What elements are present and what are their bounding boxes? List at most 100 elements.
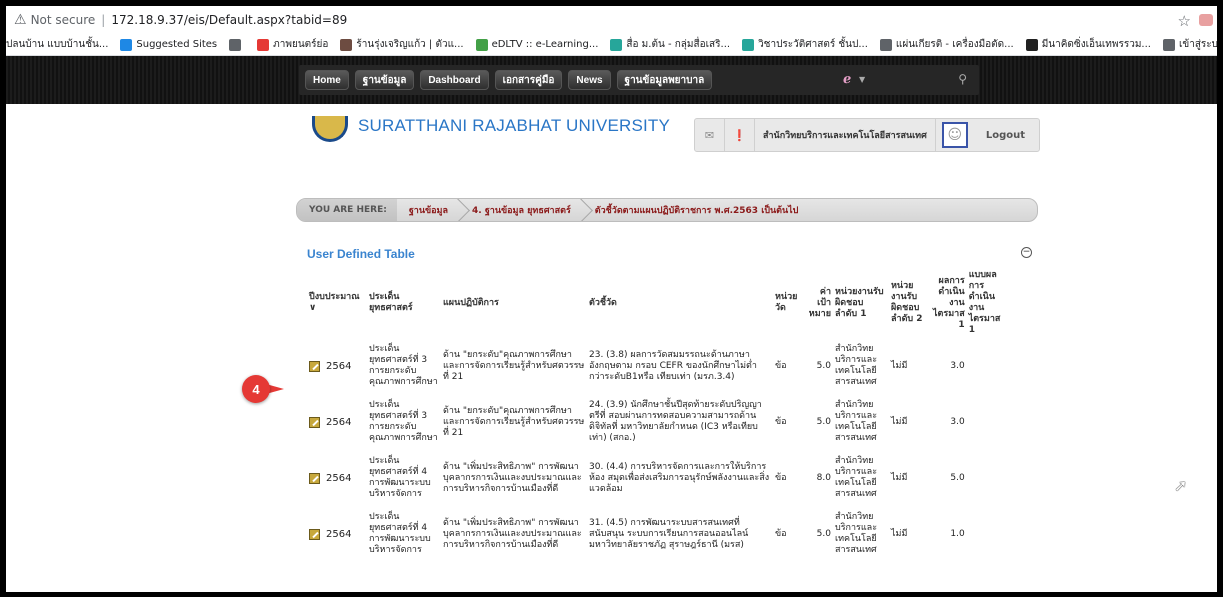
page-body: SURATTHANI RAJABHAT UNIVERSITY ✉ ❗ สำนัก… xyxy=(6,104,1217,592)
table-row: 2564 ประเด็น ยุทธศาสตร์ที่ 3 การยกระดับ ค… xyxy=(307,338,1007,394)
bookmark-item[interactable]: สื่อ ม.ต้น - กลุ่มสื่อเสริ... xyxy=(610,37,730,52)
bookmark-label: ภาพยนตร์ย่อ xyxy=(273,39,329,50)
col-indicator[interactable]: ตัวชี้วัด xyxy=(587,268,773,338)
nav-database[interactable]: ฐานข้อมูล xyxy=(354,70,415,90)
bookmark-label: เข้าสู่ระบบ xyxy=(1178,39,1217,50)
cell-indicator: 24. (3.9) นักศึกษาชั้นปีสุดท้ายระดับปริญ… xyxy=(589,400,762,443)
edit-icon[interactable] xyxy=(309,416,320,428)
cell-dept1: สำนักวิทย บริการและ เทคโนโลยี สารสนเทศ xyxy=(835,512,878,555)
cell-indicator: 23. (3.8) ผลการวัดสมมรรถนะด้านภาษาอังกฤษ… xyxy=(589,349,757,382)
bookmark-item[interactable] xyxy=(229,38,245,51)
bookmark-icon xyxy=(1162,38,1175,51)
cell-dept1: สำนักวิทย บริการและ เทคโนโลยี สารสนเทศ xyxy=(835,400,878,443)
mail-icon[interactable]: ✉ xyxy=(695,119,725,151)
avatar[interactable]: ☺ xyxy=(941,122,968,148)
cell-dept2: ไม่มี xyxy=(891,416,908,427)
nav-nursing-database[interactable]: ฐานข้อมูลพยาบาล xyxy=(616,70,713,90)
chevron-down-icon[interactable]: ▼ xyxy=(859,75,865,84)
bookmark-item[interactable]: ร้านรุ่งเจริญแก้ว | ตัวแ... xyxy=(340,37,464,52)
info-icon[interactable]: ❗ xyxy=(725,119,755,151)
cell-form xyxy=(967,450,1007,506)
bookmark-item[interactable]: Suggested Sites xyxy=(120,38,217,51)
bookmark-icon xyxy=(1025,38,1038,51)
table-body: 2564 ประเด็น ยุทธศาสตร์ที่ 3 การยกระดับ ค… xyxy=(307,338,1007,562)
table-row: 2564 ประเด็น ยุทธศาสตร์ที่ 4 การพัฒนาระบบ… xyxy=(307,506,1007,562)
cell-target: 8.0 xyxy=(816,472,831,483)
col-form[interactable]: แบบผล การ ดำเนิน งาน ไตรมาส 1 xyxy=(967,268,1007,338)
warning-icon: ⚠ xyxy=(14,12,27,28)
year-value: 2564 xyxy=(326,472,352,484)
bookmark-item[interactable]: มีนาคิดซิ่งเอ็นเทพรรวม... xyxy=(1025,37,1151,52)
bookmark-item[interactable]: แผ่นเกียรติ - เครื่องมือตัด... xyxy=(879,37,1014,52)
bookmark-item[interactable]: วิชาประวัติศาสตร์ ชั้นป... xyxy=(742,37,868,52)
cell-target: 5.0 xyxy=(816,360,831,371)
table-row: 2564 ประเด็น ยุทธศาสตร์ที่ 3 การยกระดับ ค… xyxy=(307,394,1007,450)
cell-unit: ข้อ xyxy=(775,416,787,427)
cell-result: 5.0 xyxy=(950,472,965,483)
col-unit[interactable]: หน่วย วัด xyxy=(773,268,805,338)
cell-form xyxy=(967,506,1007,562)
cell-plan: ด้าน "เพิ่มประสิทธิภาพ" การพัฒนา บุคลากร… xyxy=(443,461,582,494)
cell-dept2: ไม่มี xyxy=(891,360,908,371)
cell-year: 2564 xyxy=(307,450,367,506)
col-issue[interactable]: ประเด็น ยุทธศาสตร์ xyxy=(367,268,441,338)
breadcrumb: YOU ARE HERE: ฐานข้อมูล 4. ฐานข้อมูล ยุท… xyxy=(296,198,1038,222)
browser-window: ⚠ Not secure | 172.18.9.37/eis/Default.a… xyxy=(6,6,1217,592)
edit-icon[interactable] xyxy=(309,472,320,484)
bookmark-icon xyxy=(120,38,133,51)
col-dept1[interactable]: หน่วยงานรับ ผิดชอบ ลำดับ 1 xyxy=(833,268,889,338)
nav-search[interactable]: ℯ ▼ ⚲ xyxy=(833,69,973,91)
breadcrumb-item-database[interactable]: ฐานข้อมูล xyxy=(397,199,460,221)
bookmark-item[interactable]: เข้าสู่ระบบ xyxy=(1162,37,1217,52)
cell-target: 5.0 xyxy=(816,528,831,539)
breadcrumb-item-strategy[interactable]: 4. ฐานข้อมูล ยุทธศาสตร์ xyxy=(460,199,583,221)
cell-indicator: 30. (4.4) การบริหารจัดการและการให้บริการ… xyxy=(589,461,770,494)
address-bar[interactable]: ⚠ Not secure | 172.18.9.37/eis/Default.a… xyxy=(6,6,1217,34)
collapse-button[interactable]: − xyxy=(1021,247,1032,258)
bookmark-item[interactable]: ปลนบ้าน แบบบ้านชั้น... xyxy=(6,37,108,52)
address-separator: | xyxy=(101,13,106,27)
col-plan[interactable]: แผนปฏิบัติการ xyxy=(441,268,587,338)
year-cell: 2564 xyxy=(309,472,365,484)
section-title: User Defined Table xyxy=(307,247,415,261)
nav-strip: Home ฐานข้อมูล Dashboard เอกสารคู่มือ Ne… xyxy=(6,56,1217,104)
col-dept2[interactable]: หน่วย งานรับ ผิดชอบ ลำดับ 2 xyxy=(889,268,931,338)
cell-result: 3.0 xyxy=(950,416,965,427)
year-value: 2564 xyxy=(326,528,352,540)
star-icon[interactable]: ☆ xyxy=(1178,12,1191,30)
language-icon[interactable]: ℯ xyxy=(843,72,851,87)
cell-year: 2564 xyxy=(307,506,367,562)
mouse-cursor-icon: ➚ xyxy=(1174,476,1188,495)
cell-issue: ประเด็น ยุทธศาสตร์ที่ 4 การพัฒนาระบบ บริ… xyxy=(369,512,431,555)
nav-dashboard[interactable]: Dashboard xyxy=(420,70,489,90)
edit-icon[interactable] xyxy=(309,360,320,372)
bookmark-item[interactable]: ภาพยนตร์ย่อ xyxy=(257,37,328,52)
edit-icon[interactable] xyxy=(309,528,320,540)
year-cell: 2564 xyxy=(309,416,365,428)
search-icon[interactable]: ⚲ xyxy=(958,72,967,86)
cell-plan: ด้าน "ยกระดับ"คุณภาพการศึกษา และการจัดกา… xyxy=(443,405,585,438)
breadcrumb-item-indicators[interactable]: ตัวชี้วัดตามแผนปฏิบัติราชการ พ.ศ.2563 เป… xyxy=(583,199,811,221)
nav-news[interactable]: News xyxy=(568,70,611,90)
cell-dept1: สำนักวิทย บริการและ เทคโนโลยี สารสนเทศ xyxy=(835,456,878,499)
col-year[interactable]: ปีงบประมาณ ∨ xyxy=(307,268,367,338)
nav-home[interactable]: Home xyxy=(305,70,349,90)
url-text[interactable]: 172.18.9.37/eis/Default.aspx?tabid=89 xyxy=(111,13,347,27)
cell-form xyxy=(967,394,1007,450)
year-cell: 2564 xyxy=(309,528,365,540)
cell-form xyxy=(967,338,1007,394)
breadcrumb-prefix: YOU ARE HERE: xyxy=(297,199,397,221)
col-result[interactable]: ผลการ ดำเนิน งาน ไตรมาส 1 xyxy=(931,268,967,338)
table-header-row: ปีงบประมาณ ∨ ประเด็น ยุทธศาสตร์ แผนปฏิบั… xyxy=(307,268,1007,338)
cell-issue: ประเด็น ยุทธศาสตร์ที่ 3 การยกระดับ คุณภา… xyxy=(369,344,438,387)
nav-manuals[interactable]: เอกสารคู่มือ xyxy=(494,70,563,90)
bookmark-item[interactable]: eDLTV :: e-Learning... xyxy=(475,38,598,51)
bookmarks-bar: ปลนบ้าน แบบบ้านชั้น... Suggested Sites ภาพ… xyxy=(6,34,1217,56)
col-target[interactable]: ค่า เป้า หมาย xyxy=(805,268,833,338)
cell-result: 1.0 xyxy=(950,528,965,539)
logout-link[interactable]: Logout xyxy=(974,119,1037,151)
bookmark-icon xyxy=(257,38,270,51)
bookmark-label: แผ่นเกียรติ - เครื่องมือตัด... xyxy=(895,39,1014,50)
cell-dept2: ไม่มี xyxy=(891,472,908,483)
extension-icon[interactable] xyxy=(1199,14,1213,26)
